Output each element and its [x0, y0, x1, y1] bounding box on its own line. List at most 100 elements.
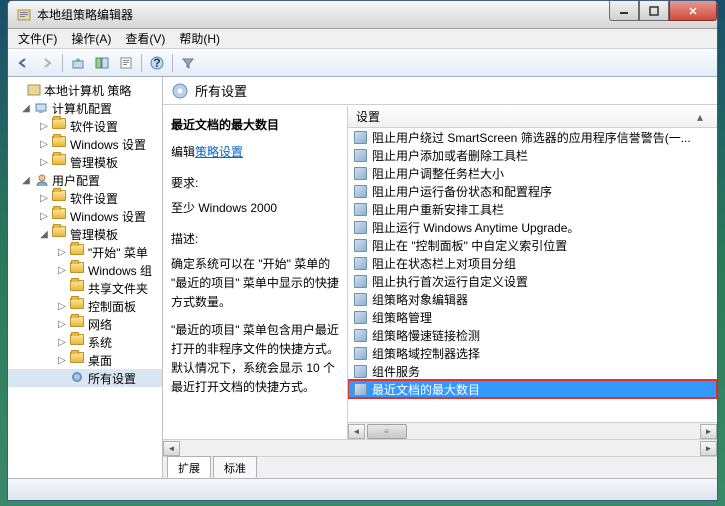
scroll-right-button[interactable]: ► — [700, 441, 717, 456]
setting-title: 最近文档的最大数目 — [171, 116, 339, 133]
list-item-label: 阻止用户调整任务栏大小 — [372, 165, 504, 182]
list-item-label: 阻止用户重新安排工具栏 — [372, 201, 504, 218]
setting-icon — [352, 147, 368, 163]
list-item[interactable]: 阻止用户运行备份状态和配置程序 — [348, 182, 717, 200]
back-button[interactable] — [12, 52, 34, 74]
tree-item[interactable]: ▷系统 — [8, 333, 162, 351]
list-item[interactable]: 阻止在状态栏上对项目分组 — [348, 254, 717, 272]
list-item[interactable]: 组策略管理 — [348, 308, 717, 326]
tree-item[interactable]: ▷软件设置 — [8, 189, 162, 207]
menu-file[interactable]: 文件(F) — [12, 28, 63, 49]
setting-icon — [352, 219, 368, 235]
menu-help[interactable]: 帮助(H) — [173, 28, 226, 49]
scroll-left-button[interactable]: ◄ — [348, 424, 365, 439]
scroll-right-button[interactable]: ► — [700, 424, 717, 439]
forward-button[interactable] — [36, 52, 58, 74]
setting-icon — [352, 165, 368, 181]
window-title: 本地组策略编辑器 — [37, 6, 133, 23]
description-text: 确定系统可以在 "开始" 菜单的 "最近的项目" 菜单中显示的快捷方式数量。 — [171, 255, 339, 313]
menu-action[interactable]: 操作(A) — [65, 28, 117, 49]
settings-list-wrap: 设置 ▴ 阻止用户绕过 SmartScreen 筛选器的应用程序信誉警告(一..… — [348, 106, 717, 439]
settings-list[interactable]: 阻止用户绕过 SmartScreen 筛选器的应用程序信誉警告(一...阻止用户… — [348, 128, 717, 422]
list-item[interactable]: 组策略对象编辑器 — [348, 290, 717, 308]
setting-icon — [352, 309, 368, 325]
sort-indicator-icon: ▴ — [691, 110, 709, 124]
tree-all-settings[interactable]: 所有设置 — [8, 369, 162, 387]
tree-item[interactable]: 共享文件夹 — [8, 279, 162, 297]
edit-policy-link[interactable]: 策略设置 — [195, 145, 243, 159]
filter-button[interactable] — [177, 52, 199, 74]
list-item[interactable]: 阻止在 "控制面板" 中自定义索引位置 — [348, 236, 717, 254]
list-item[interactable]: 组策略域控制器选择 — [348, 344, 717, 362]
horizontal-scrollbar[interactable]: ◄ ≡ ► — [348, 422, 717, 439]
minimize-button[interactable] — [609, 1, 639, 21]
list-item[interactable]: 阻止用户重新安排工具栏 — [348, 200, 717, 218]
setting-icon — [352, 291, 368, 307]
setting-icon — [352, 255, 368, 271]
requirements-label: 要求: — [171, 174, 339, 191]
close-button[interactable] — [669, 1, 717, 21]
list-item[interactable]: 组策略慢速链接检测 — [348, 326, 717, 344]
menubar: 文件(F) 操作(A) 查看(V) 帮助(H) — [8, 29, 717, 49]
list-item[interactable]: 阻止用户绕过 SmartScreen 筛选器的应用程序信誉警告(一... — [348, 128, 717, 146]
setting-icon — [352, 237, 368, 253]
setting-icon — [352, 327, 368, 343]
list-item[interactable]: 阻止用户调整任务栏大小 — [348, 164, 717, 182]
list-item[interactable]: 阻止用户添加或者删除工具栏 — [348, 146, 717, 164]
window-controls — [609, 1, 717, 21]
tree-item[interactable]: ▷Windows 组 — [8, 261, 162, 279]
list-item[interactable]: 组件服务 — [348, 362, 717, 380]
list-item-label: 阻止在状态栏上对项目分组 — [372, 255, 516, 272]
tree-pane[interactable]: 本地计算机 策略 ◢计算机配置 ▷软件设置 ▷Windows 设置 ▷管理模板 … — [8, 77, 163, 478]
titlebar[interactable]: 本地组策略编辑器 — [8, 1, 717, 29]
tree-item[interactable]: ▷软件设置 — [8, 117, 162, 135]
list-item[interactable]: 最近文档的最大数目 — [348, 380, 717, 398]
show-hide-tree-button[interactable] — [91, 52, 113, 74]
tree-item[interactable]: ▷"开始" 菜单 — [8, 243, 162, 261]
detail-pane: 最近文档的最大数目 编辑策略设置 要求: 至少 Windows 2000 描述:… — [163, 106, 348, 439]
list-column-header[interactable]: 设置 ▴ — [348, 106, 717, 128]
menu-view[interactable]: 查看(V) — [119, 28, 171, 49]
tree-item[interactable]: ▷Windows 设置 — [8, 207, 162, 225]
statusbar — [8, 478, 717, 500]
tree-admin-templates[interactable]: ◢管理模板 — [8, 225, 162, 243]
window: 本地组策略编辑器 文件(F) 操作(A) 查看(V) 帮助(H) ? 本地计算机… — [7, 0, 718, 501]
list-item-label: 阻止在 "控制面板" 中自定义索引位置 — [372, 237, 567, 254]
up-button[interactable] — [67, 52, 89, 74]
help-button[interactable]: ? — [146, 52, 168, 74]
tree-item[interactable]: ▷管理模板 — [8, 153, 162, 171]
tab-standard[interactable]: 标准 — [213, 456, 257, 478]
requirements-value: 至少 Windows 2000 — [171, 199, 339, 216]
toolbar: ? — [8, 49, 717, 77]
list-item-label: 组策略对象编辑器 — [372, 291, 468, 308]
list-item[interactable]: 阻止运行 Windows Anytime Upgrade。 — [348, 218, 717, 236]
maximize-button[interactable] — [639, 1, 669, 21]
tree-user-config[interactable]: ◢用户配置 — [8, 171, 162, 189]
list-item-label: 组策略域控制器选择 — [372, 345, 480, 362]
tree-computer-config[interactable]: ◢计算机配置 — [8, 99, 162, 117]
content-pane: 所有设置 最近文档的最大数目 编辑策略设置 要求: 至少 Windows 200… — [163, 77, 717, 478]
tab-extended[interactable]: 扩展 — [167, 456, 211, 478]
list-item-label: 组策略慢速链接检测 — [372, 327, 480, 344]
detail-scrollbar[interactable]: ◄ ► — [163, 439, 717, 456]
tree-root[interactable]: 本地计算机 策略 — [8, 81, 162, 99]
list-item[interactable]: 阻止执行首次运行自定义设置 — [348, 272, 717, 290]
tree-item[interactable]: ▷Windows 设置 — [8, 135, 162, 153]
setting-icon — [352, 273, 368, 289]
description-label: 描述: — [171, 230, 339, 247]
scroll-thumb[interactable]: ≡ — [367, 424, 407, 439]
tree-item[interactable]: ▷网络 — [8, 315, 162, 333]
list-item-label: 阻止用户运行备份状态和配置程序 — [372, 183, 552, 200]
setting-icon — [352, 345, 368, 361]
export-list-button[interactable] — [115, 52, 137, 74]
list-item-label: 组策略管理 — [372, 309, 432, 326]
body: 本地计算机 策略 ◢计算机配置 ▷软件设置 ▷Windows 设置 ▷管理模板 … — [8, 77, 717, 478]
list-item-label: 组件服务 — [372, 363, 420, 380]
tree-item[interactable]: ▷控制面板 — [8, 297, 162, 315]
svg-text:?: ? — [153, 56, 160, 70]
setting-icon — [352, 129, 368, 145]
setting-icon — [352, 201, 368, 217]
list-item-label: 阻止用户绕过 SmartScreen 筛选器的应用程序信誉警告(一... — [372, 129, 691, 146]
tree-item[interactable]: ▷桌面 — [8, 351, 162, 369]
scroll-left-button[interactable]: ◄ — [163, 441, 180, 456]
